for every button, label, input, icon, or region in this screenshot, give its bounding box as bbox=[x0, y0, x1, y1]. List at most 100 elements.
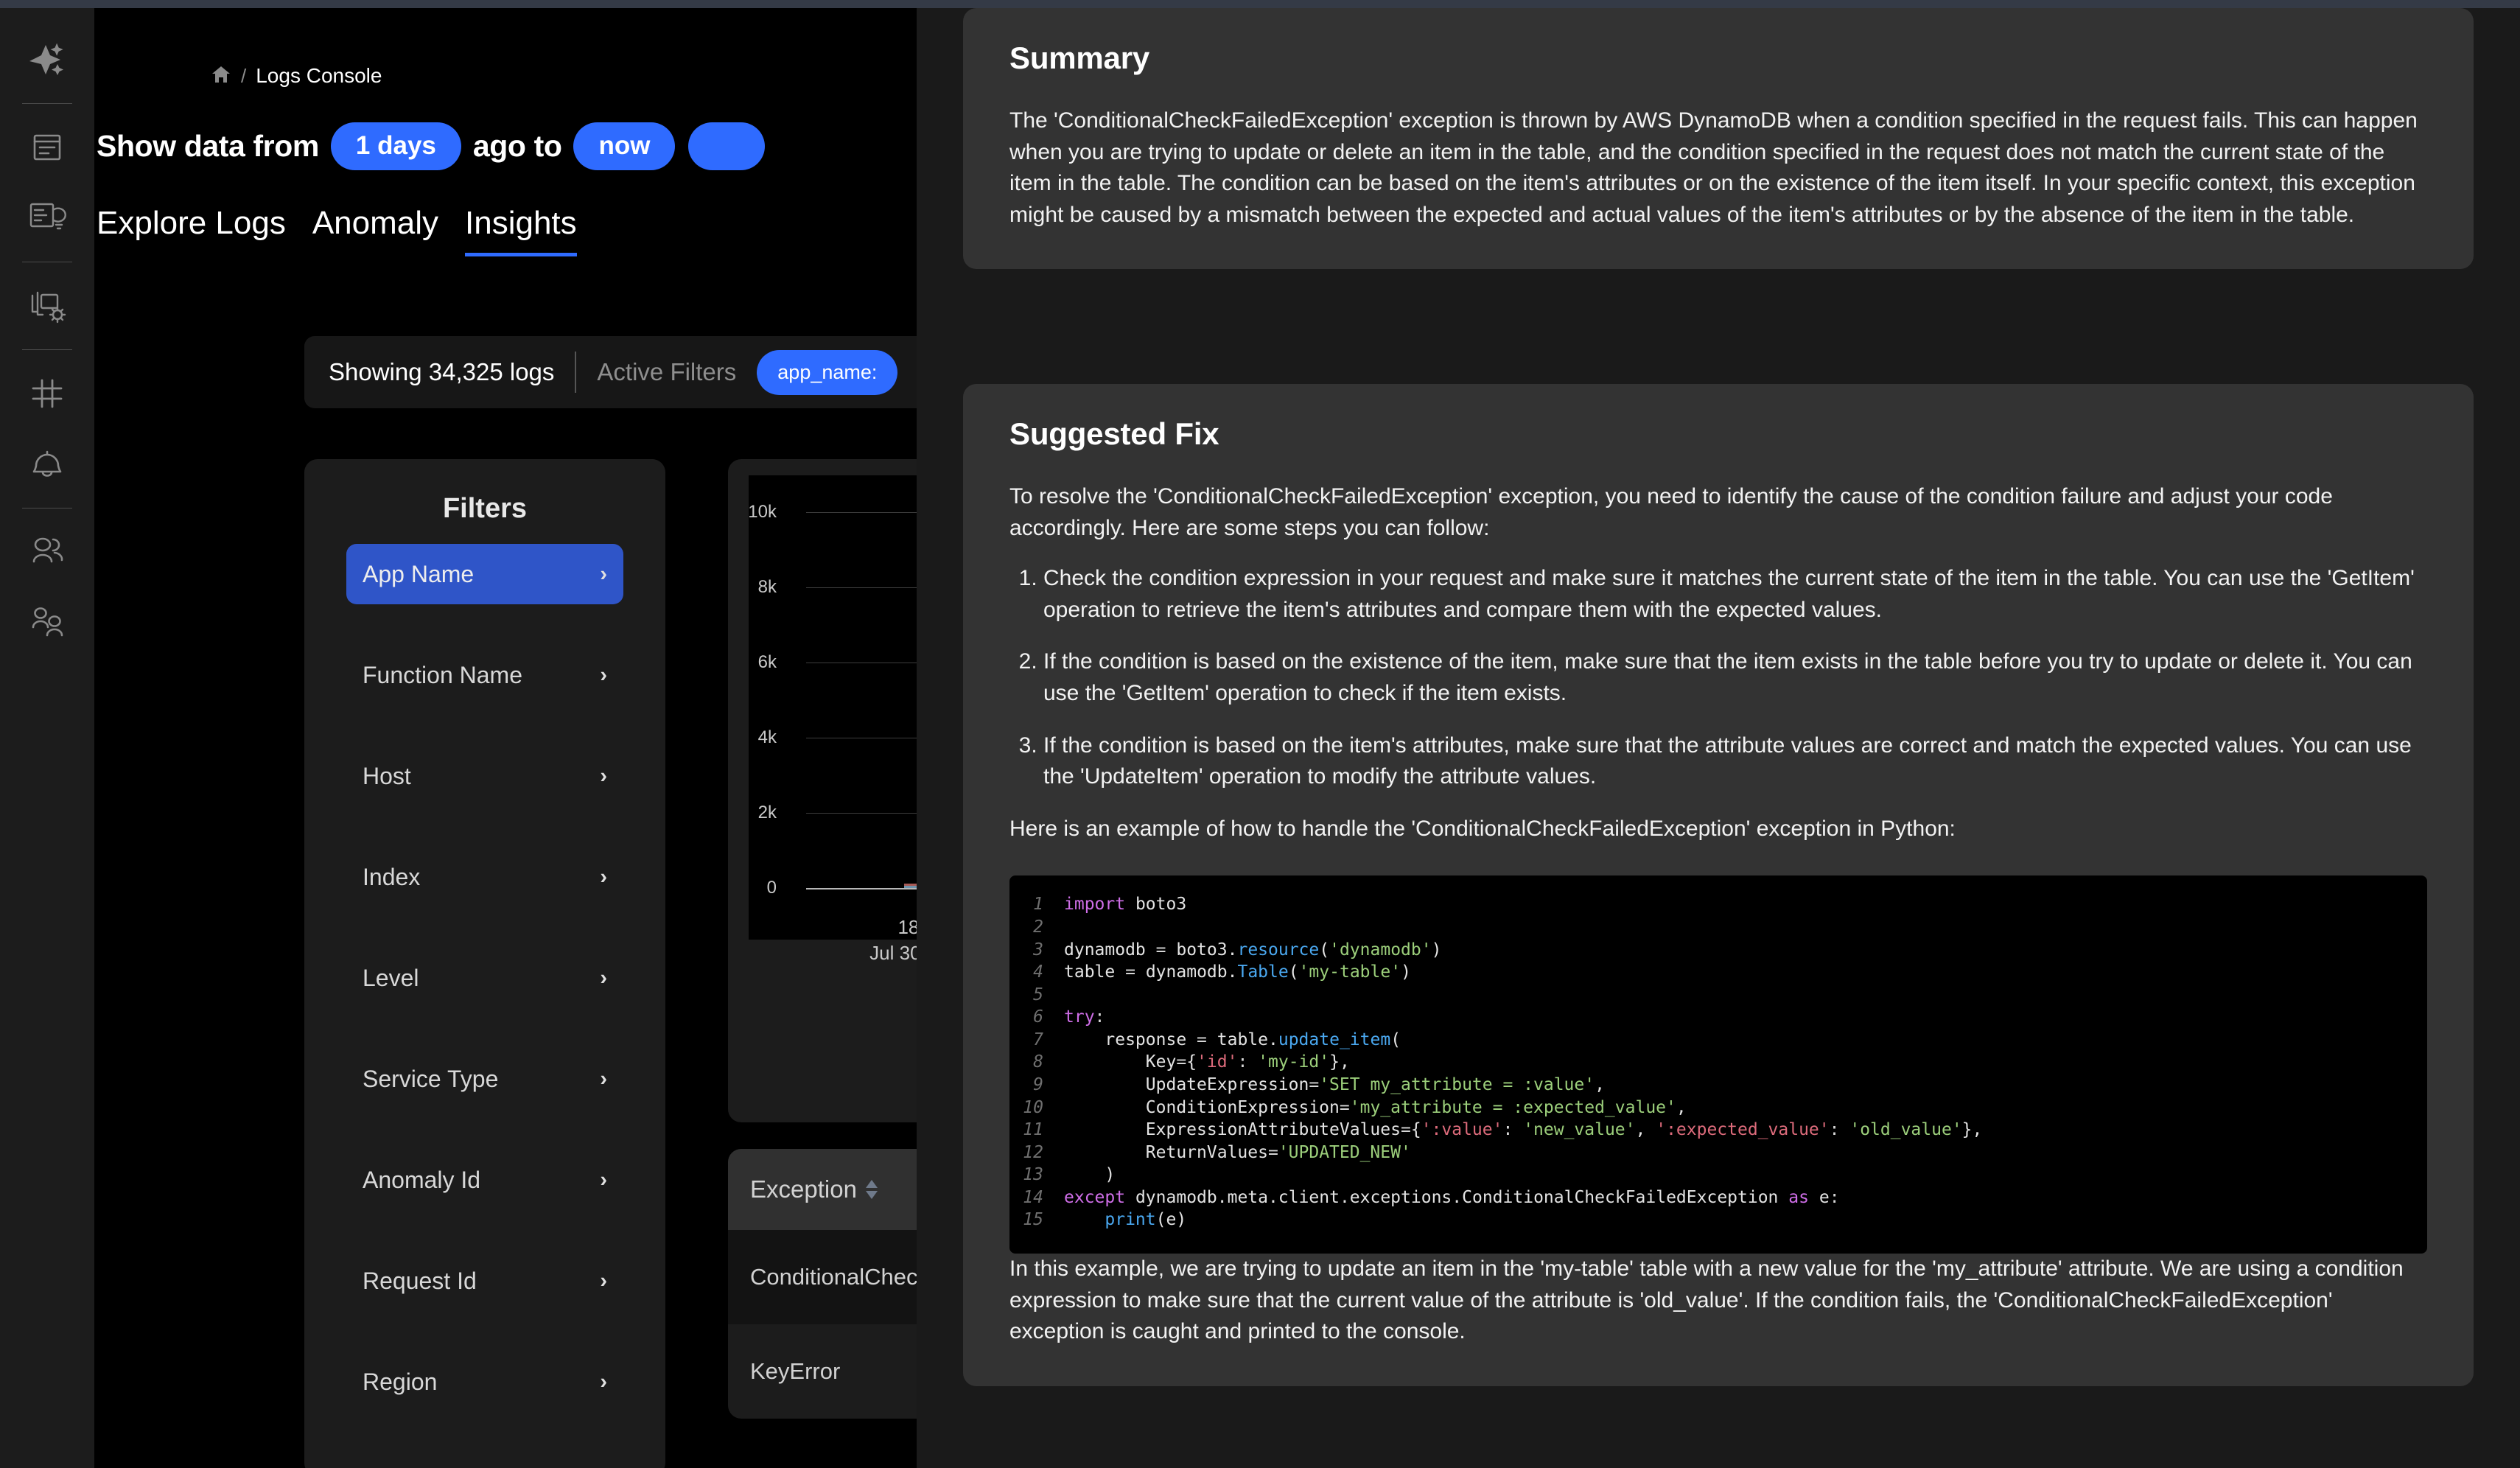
tab-anomaly[interactable]: Anomaly bbox=[312, 205, 438, 256]
filter-item-anomaly-id[interactable]: Anomaly Id › bbox=[346, 1150, 623, 1210]
filter-item-app-name[interactable]: App Name › bbox=[346, 544, 623, 604]
infrastructure-icon[interactable] bbox=[18, 277, 76, 335]
filter-item-region[interactable]: Region › bbox=[346, 1352, 623, 1412]
filters-title: Filters bbox=[442, 493, 528, 524]
code-block-python[interactable]: 1 import boto3 2 3 dynamodb = boto3.resourc… bbox=[1009, 875, 2427, 1254]
suggested-fix-steps: Check the condition expression in your r… bbox=[1009, 563, 2427, 793]
chart-bars-layer bbox=[806, 475, 917, 888]
chart-xtick-time: 18:00 bbox=[897, 916, 917, 938]
code-line-number: 3 bbox=[1033, 940, 1043, 960]
chart-x-axis-labels: 18:00 Jul 30, 2023 bbox=[749, 915, 917, 966]
code-example-lead: Here is an example of how to handle the … bbox=[1009, 816, 1956, 841]
code-line-number: 14 bbox=[1023, 1187, 1043, 1207]
code-line: 12 ReturnValues='UPDATED_NEW' bbox=[1009, 1142, 2427, 1164]
table-row[interactable]: KeyError bbox=[728, 1324, 917, 1419]
time-range-from-button[interactable]: 1 days bbox=[330, 122, 461, 170]
exception-name: ConditionalCheckFailedE bbox=[750, 1264, 917, 1290]
code-line-number: 2 bbox=[1033, 917, 1043, 937]
breadcrumb: / Logs Console bbox=[211, 61, 382, 91]
time-range-apply-button[interactable] bbox=[688, 122, 766, 170]
sparkle-ai-icon[interactable] bbox=[18, 31, 76, 88]
teams-icon[interactable] bbox=[18, 523, 76, 581]
chart-axis-line bbox=[806, 888, 917, 889]
chart-ytick-label: 2k bbox=[757, 803, 777, 822]
chart-ytick-label: 4k bbox=[757, 727, 777, 747]
code-line: 6 try: bbox=[1009, 1006, 2427, 1029]
chart-ytick-label: 6k bbox=[757, 652, 777, 672]
tab-insights[interactable]: Insights bbox=[465, 205, 577, 257]
chevron-right-icon: › bbox=[600, 864, 607, 889]
chevron-right-icon: › bbox=[600, 1369, 607, 1394]
chevron-right-icon: › bbox=[600, 763, 607, 788]
summary-body: The 'ConditionalCheckFailedException' ex… bbox=[1009, 108, 2418, 227]
code-line-number: 1 bbox=[1033, 895, 1043, 915]
code-line-text: UpdateExpression='SET my_attribute = :va… bbox=[1145, 1074, 1605, 1094]
code-line-text: try: bbox=[1064, 1007, 1105, 1027]
exception-table-card: Exception ConditionalCheckFailedE KeyErr… bbox=[728, 1149, 917, 1419]
active-filter-chip-app-name[interactable]: app_name: bbox=[757, 349, 898, 395]
filter-label: Request Id bbox=[363, 1267, 477, 1294]
code-line: 10 ConditionExpression='my_attribute = :… bbox=[1009, 1097, 2427, 1119]
code-line-text: except dynamodb.meta.client.exceptions.C… bbox=[1064, 1187, 1840, 1207]
chart-xtick-date: Jul 30, 2023 bbox=[869, 942, 917, 965]
active-filters-label: Active Filters bbox=[597, 358, 737, 385]
code-line-text: print(e) bbox=[1105, 1210, 1187, 1230]
insight-detail-pane: Summary The 'ConditionalCheckFailedExcep… bbox=[917, 8, 2520, 1468]
filter-label: Index bbox=[363, 863, 421, 890]
tab-bar: Explore Logs Anomaly Insights bbox=[94, 205, 577, 257]
filter-item-request-id[interactable]: Request Id › bbox=[346, 1251, 623, 1311]
code-line: 14 except dynamodb.meta.client.exceptions… bbox=[1009, 1186, 2427, 1209]
code-line-number: 6 bbox=[1033, 1007, 1043, 1027]
time-range-to-button[interactable]: now bbox=[573, 122, 676, 170]
status-bar: Showing 34,325 logs Active Filters app_n… bbox=[304, 336, 917, 408]
code-line-text: ExpressionAttributeValues={':value': 'ne… bbox=[1145, 1120, 1983, 1140]
filter-label: App Name bbox=[363, 560, 475, 587]
alerts-bell-icon[interactable] bbox=[18, 436, 76, 493]
chevron-right-icon: › bbox=[600, 562, 607, 586]
home-icon[interactable] bbox=[211, 64, 231, 88]
summary-panel: Summary The 'ConditionalCheckFailedExcep… bbox=[963, 8, 2474, 270]
code-line-number: 12 bbox=[1023, 1142, 1043, 1162]
chevron-right-icon: › bbox=[600, 965, 607, 990]
filter-item-host[interactable]: Host › bbox=[346, 746, 623, 806]
code-line-number: 9 bbox=[1033, 1074, 1043, 1094]
filter-label: Host bbox=[363, 762, 411, 789]
chevron-right-icon: › bbox=[600, 1268, 607, 1293]
code-line-text: Key={'id': 'my-id'}, bbox=[1145, 1052, 1350, 1072]
metrics-icon[interactable] bbox=[18, 365, 76, 422]
chart-ytick-label: 10k bbox=[748, 502, 777, 522]
filter-item-level[interactable]: Level › bbox=[346, 948, 623, 1008]
chart-bar[interactable] bbox=[904, 884, 917, 888]
breadcrumb-current[interactable]: Logs Console bbox=[256, 64, 382, 88]
filter-label: Service Type bbox=[363, 1065, 499, 1092]
chevron-right-icon: › bbox=[600, 1167, 607, 1192]
summary-title: Summary bbox=[1009, 41, 1150, 75]
tab-explore-logs[interactable]: Explore Logs bbox=[97, 205, 286, 256]
suggested-fix-panel: Suggested Fix To resolve the 'Conditiona… bbox=[963, 384, 2474, 1386]
filter-item-function-name[interactable]: Function Name › bbox=[346, 645, 623, 705]
code-line: 9 UpdateExpression='SET my_attribute = :… bbox=[1009, 1074, 2427, 1097]
code-line-number: 10 bbox=[1023, 1097, 1043, 1117]
users-icon[interactable] bbox=[18, 594, 76, 651]
code-line: 4 table = dynamodb.Table('my-table') bbox=[1009, 961, 2427, 984]
rail-divider bbox=[22, 349, 72, 350]
filter-item-index[interactable]: Index › bbox=[346, 847, 623, 907]
time-range-prefix: Show data from bbox=[97, 128, 319, 163]
code-line-number: 15 bbox=[1023, 1210, 1043, 1230]
filter-item-service-type[interactable]: Service Type › bbox=[346, 1049, 623, 1109]
sort-arrows-icon[interactable] bbox=[865, 1180, 878, 1199]
code-line: 2 bbox=[1009, 916, 2427, 939]
log-count-text: Showing 34,325 logs bbox=[329, 358, 555, 385]
status-divider bbox=[575, 352, 577, 393]
logs-icon[interactable] bbox=[18, 119, 76, 176]
code-line-text: import boto3 bbox=[1064, 895, 1187, 915]
log-volume-chart[interactable]: 0 2k 4k 6k 8k 10k 18:00 Jul 30, 2023 bbox=[748, 475, 917, 964]
exception-column-header[interactable]: Exception bbox=[728, 1149, 917, 1230]
log-insights-icon[interactable] bbox=[18, 189, 76, 247]
log-volume-chart-card: 0 2k 4k 6k 8k 10k 18:00 Jul 30, 2023 bbox=[728, 459, 917, 1122]
table-row[interactable]: ConditionalCheckFailedE bbox=[728, 1230, 917, 1324]
code-line-number: 4 bbox=[1033, 962, 1043, 982]
code-line: 7 response = table.update_item( bbox=[1009, 1029, 2427, 1052]
